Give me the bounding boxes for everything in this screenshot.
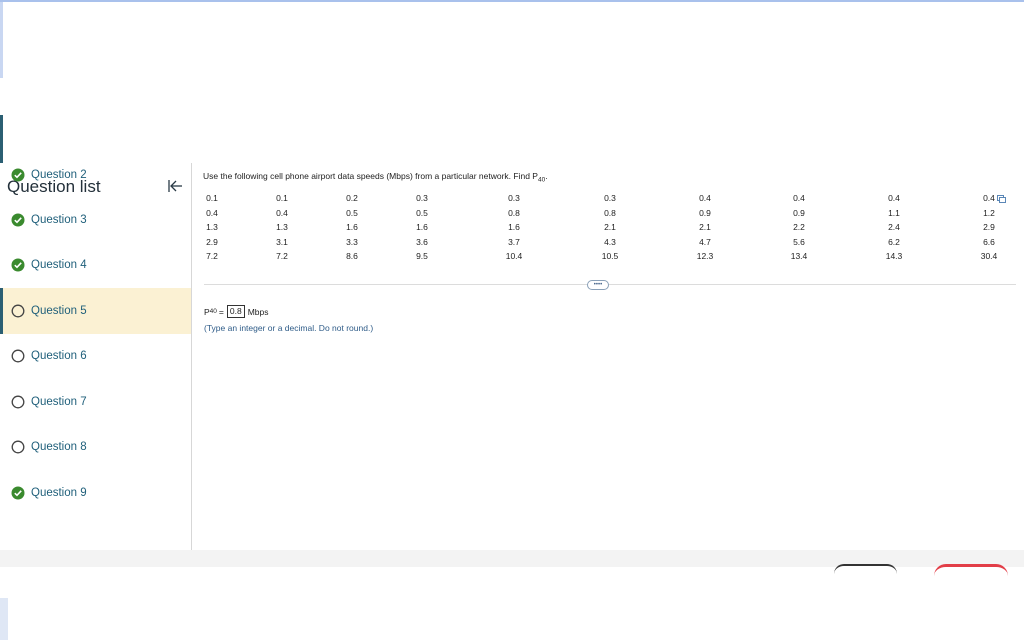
table-row: 2.9 3.1 3.3 3.6 3.7 4.3 4.7 5.6 6.2 6.6 [192,237,1024,251]
table-cell: 0.3 [416,193,428,203]
table-row: 7.2 7.2 8.6 9.5 10.4 10.5 12.3 13.4 14.3 30.4 [192,251,1024,265]
table-cell: 2.2 [793,222,805,232]
answer-row: P 40 = 0.8 Mbps [204,305,269,318]
table-cell: 8.6 [346,251,358,261]
sidebar-item-label: Question 3 [31,214,87,226]
table-cell: 4.3 [604,236,616,247]
question-panel: Use the following cell phone airport dat… [192,163,1024,550]
empty-circle-icon [11,349,25,363]
check-circle-icon [11,258,25,272]
sidebar-item-question-5[interactable]: Question 5 [0,288,191,334]
sidebar-item-question-4[interactable]: Question 4 [0,242,191,288]
sidebar-item-label: Question 5 [31,305,87,317]
table-cell: 0.3 [508,193,520,203]
table-cell: 1.3 [276,222,288,232]
sidebar-item-question-6[interactable]: Question 6 [0,333,191,379]
empty-circle-icon [11,395,25,409]
table-cell: 2.1 [699,222,711,232]
table-cell: 1.2 [983,207,995,218]
table-row: 0.1 0.1 0.2 0.3 0.3 0.3 0.4 0.4 0.4 0.4 [192,193,1024,207]
empty-circle-icon [11,440,25,454]
table-cell: 3.3 [346,236,358,247]
primary-button[interactable] [934,564,1008,581]
table-cell: 0.3 [604,193,616,203]
prompt-text: Use the following cell phone airport dat… [203,171,538,181]
table-cell: 0.9 [699,207,711,218]
table-cell: 0.1 [276,193,288,203]
answer-hint: (Type an integer or a decimal. Do not ro… [204,323,374,333]
table-cell: 10.5 [601,251,619,261]
expand-more-button[interactable]: •••• [587,280,609,290]
table-cell: 0.1 [206,193,218,203]
check-circle-icon [11,213,25,227]
table-cell: 4.7 [699,236,711,247]
table-cell: 2.9 [983,222,995,232]
table-cell: 0.4 [793,193,805,203]
question-list-sidebar: Question list Question 2 Question 3 Questi… [0,163,191,550]
sidebar-item-label: Question 6 [31,350,87,362]
table-cell: 1.6 [508,222,520,232]
table-cell: 2.9 [206,236,218,247]
table-cell: 30.4 [980,251,998,261]
sidebar-item-label: Question 9 [31,487,87,499]
sidebar-item-label: Question 7 [31,396,87,408]
copy-icon[interactable] [997,195,1006,203]
prompt-end: . [545,171,548,181]
table-cell: 3.6 [416,236,428,247]
answer-subscript: 40 [209,308,217,315]
section-divider [204,284,1016,285]
sidebar-item-question-9[interactable]: Question 9 [0,470,191,516]
table-cell: 6.2 [888,236,900,247]
empty-circle-icon [11,304,25,318]
table-cell: 0.2 [346,193,358,203]
table-cell: 2.4 [888,222,900,232]
sidebar-item-question-8[interactable]: Question 8 [0,424,191,470]
sidebar-item-question-3[interactable]: Question 3 [0,197,191,243]
sidebar-item-question-2[interactable]: Question 2 [0,163,191,198]
secondary-button[interactable] [834,564,897,580]
left-accent [0,2,3,78]
table-cell: 1.6 [346,222,358,232]
table-cell: 5.6 [793,236,805,247]
question-prompt: Use the following cell phone airport dat… [203,171,548,184]
table-cell: 12.3 [696,251,714,261]
table-cell: 6.6 [983,236,995,247]
table-cell: 0.5 [346,207,358,218]
table-cell: 14.3 [885,251,903,261]
answer-equals: = [218,306,224,317]
table-cell: 13.4 [790,251,808,261]
table-row: 1.3 1.3 1.6 1.6 1.6 2.1 2.1 2.2 2.4 2.9 [192,222,1024,236]
footer-left-accent [0,598,8,640]
answer-unit: Mbps [247,306,269,317]
table-cell: 0.8 [508,207,520,218]
table-cell: 9.5 [416,251,428,261]
table-cell: 0.4 [206,207,218,218]
table-cell: 1.6 [416,222,428,232]
sidebar-item-label: Question 4 [31,259,87,271]
left-accent-dark [0,115,3,163]
table-cell: 3.7 [508,236,520,247]
table-cell: 10.4 [505,251,523,261]
table-cell: 0.4 [888,193,900,203]
table-cell: 7.2 [206,251,218,261]
table-cell: 0.4 [276,207,288,218]
answer-input[interactable]: 0.8 [226,305,245,318]
table-cell: 3.1 [276,236,288,247]
check-circle-icon [11,168,25,182]
table-cell: 0.9 [793,207,805,218]
sidebar-item-label: Question 2 [31,169,87,181]
check-circle-icon [11,486,25,500]
table-cell: 1.3 [206,222,218,232]
table-cell: 0.4 [699,193,711,203]
table-row: 0.4 0.4 0.5 0.5 0.8 0.8 0.9 0.9 1.1 1.2 [192,208,1024,222]
table-cell: 7.2 [276,251,288,261]
sidebar-item-question-7[interactable]: Question 7 [0,379,191,425]
table-cell: 2.1 [604,222,616,232]
sidebar-item-label: Question 8 [31,441,87,453]
table-cell: 0.5 [416,207,428,218]
table-cell: 1.1 [888,207,900,218]
top-border [0,0,1024,2]
table-cell: 0.8 [604,207,616,218]
